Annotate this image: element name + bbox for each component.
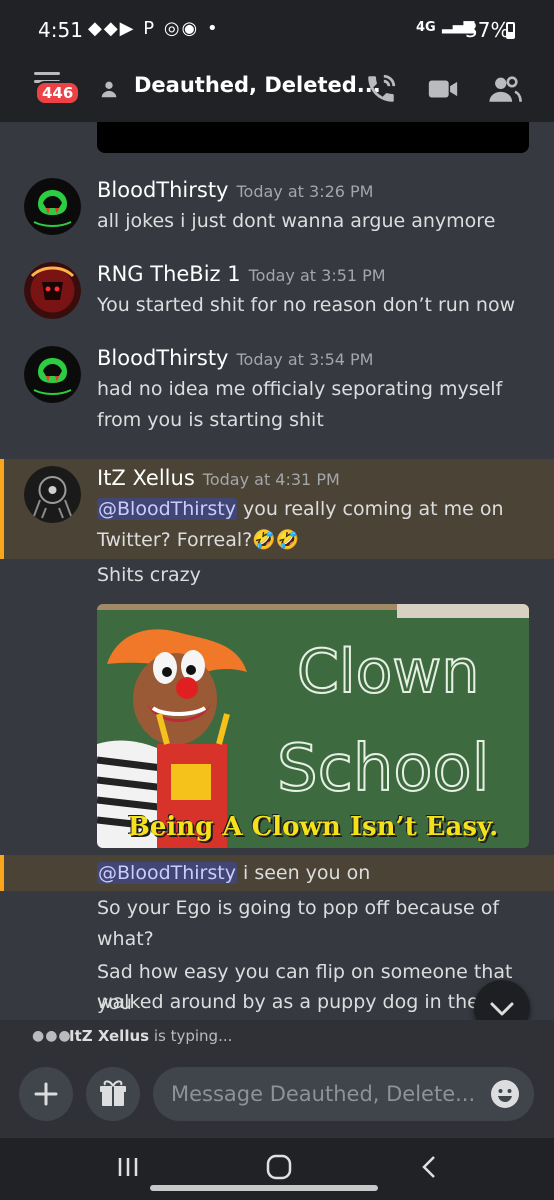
message-text: you really coming at me on	[236, 498, 504, 520]
battery-percent: 37%	[465, 18, 510, 42]
system-nav-bar	[0, 1138, 554, 1200]
typing-user: ItZ Xellus	[69, 1027, 150, 1045]
video-call-icon[interactable]	[426, 72, 460, 106]
author-name[interactable]: ItZ Xellus	[97, 466, 195, 490]
message-text-line: @BloodThirsty i seen you on	[97, 858, 534, 889]
message-text-line: @BloodThirsty you really coming at me on	[97, 494, 534, 525]
avatar[interactable]	[24, 466, 81, 523]
attach-button[interactable]	[19, 1067, 73, 1121]
avatar[interactable]	[24, 178, 81, 235]
typing-text: ItZ Xellus is typing...	[69, 1027, 232, 1045]
message-text: all jokes i just dont wanna argue anymor…	[97, 210, 496, 232]
battery-icon	[506, 22, 515, 39]
message-text-line: Shits crazy	[97, 564, 201, 586]
gift-icon	[100, 1080, 126, 1106]
plus-icon	[34, 1082, 58, 1106]
status-bar: 4:51 ◆◆▶ P ◎◉ • 4G ▂▄▆ 37%	[0, 0, 554, 60]
message-header: BloodThirsty Today at 3:54 PM	[97, 346, 373, 370]
message-header: RNG TheBiz 1 Today at 3:51 PM	[97, 262, 386, 286]
voice-call-icon[interactable]	[364, 72, 398, 106]
recent-apps-icon[interactable]	[108, 1152, 148, 1182]
typing-suffix: is typing...	[149, 1027, 233, 1045]
avatar[interactable]	[24, 262, 81, 319]
previous-embed	[97, 122, 529, 153]
message-text-line: So your Ego is going to pop off because …	[97, 897, 500, 919]
user-mention[interactable]: @BloodThirsty	[97, 498, 237, 520]
message-text: You started shit for no reason don’t run…	[97, 294, 516, 316]
timestamp: Today at 3:54 PM	[236, 350, 374, 369]
board-word-2: School	[277, 732, 489, 806]
avatar[interactable]	[24, 346, 81, 403]
user-mention[interactable]: @BloodThirsty	[97, 862, 237, 884]
typing-indicator: ●●● ItZ Xellus is typing...	[0, 1020, 554, 1053]
channel-header: 446 Deauthed, Deleted...	[0, 60, 554, 122]
home-icon[interactable]	[259, 1152, 299, 1182]
message-text-line: what?	[97, 928, 154, 950]
message-list[interactable]: BloodThirsty Today at 3:26 PM all jokes i…	[0, 122, 554, 1020]
message-header: BloodThirsty Today at 3:26 PM	[97, 178, 373, 202]
message-text-line: Twitter? Forreal?🤣🤣	[97, 529, 300, 551]
image-attachment[interactable]: Clown School Being A Clown Isn’t Easy.	[97, 604, 529, 848]
emoji-picker-icon[interactable]	[490, 1079, 520, 1109]
message-text-line: from you is starting shit	[97, 409, 324, 431]
author-name[interactable]: RNG TheBiz 1	[97, 262, 241, 286]
group-dm-icon	[101, 81, 117, 98]
message-text: i seen you on	[236, 862, 371, 884]
board-word-1: Clown	[297, 637, 479, 707]
unread-badge: 446	[35, 81, 81, 105]
timestamp: Today at 3:26 PM	[236, 182, 374, 201]
member-list-icon[interactable]	[488, 72, 522, 106]
message-text-line: walked around by as a puppy dog in there	[97, 991, 498, 1013]
typing-dots-icon: ●●●	[32, 1028, 72, 1044]
gift-button[interactable]	[86, 1067, 140, 1121]
notification-icons: ◆◆▶ P ◎◉ •	[88, 18, 220, 39]
back-icon[interactable]	[410, 1152, 450, 1182]
message-input[interactable]	[153, 1067, 534, 1121]
author-name[interactable]: BloodThirsty	[97, 346, 228, 370]
timestamp: Today at 3:51 PM	[248, 266, 386, 285]
message-composer	[0, 1053, 554, 1138]
network-type: 4G	[416, 20, 436, 35]
gesture-handle[interactable]	[150, 1185, 378, 1191]
author-name[interactable]: BloodThirsty	[97, 178, 228, 202]
status-time: 4:51	[38, 18, 83, 42]
message-text-line: had no idea me officialy seporating myse…	[97, 378, 503, 400]
timestamp: Today at 4:31 PM	[202, 470, 340, 489]
image-caption: Being A Clown Isn’t Easy.	[127, 812, 499, 842]
message-header: ItZ Xellus Today at 4:31 PM	[97, 466, 340, 490]
channel-title[interactable]: Deauthed, Deleted...	[134, 73, 381, 97]
